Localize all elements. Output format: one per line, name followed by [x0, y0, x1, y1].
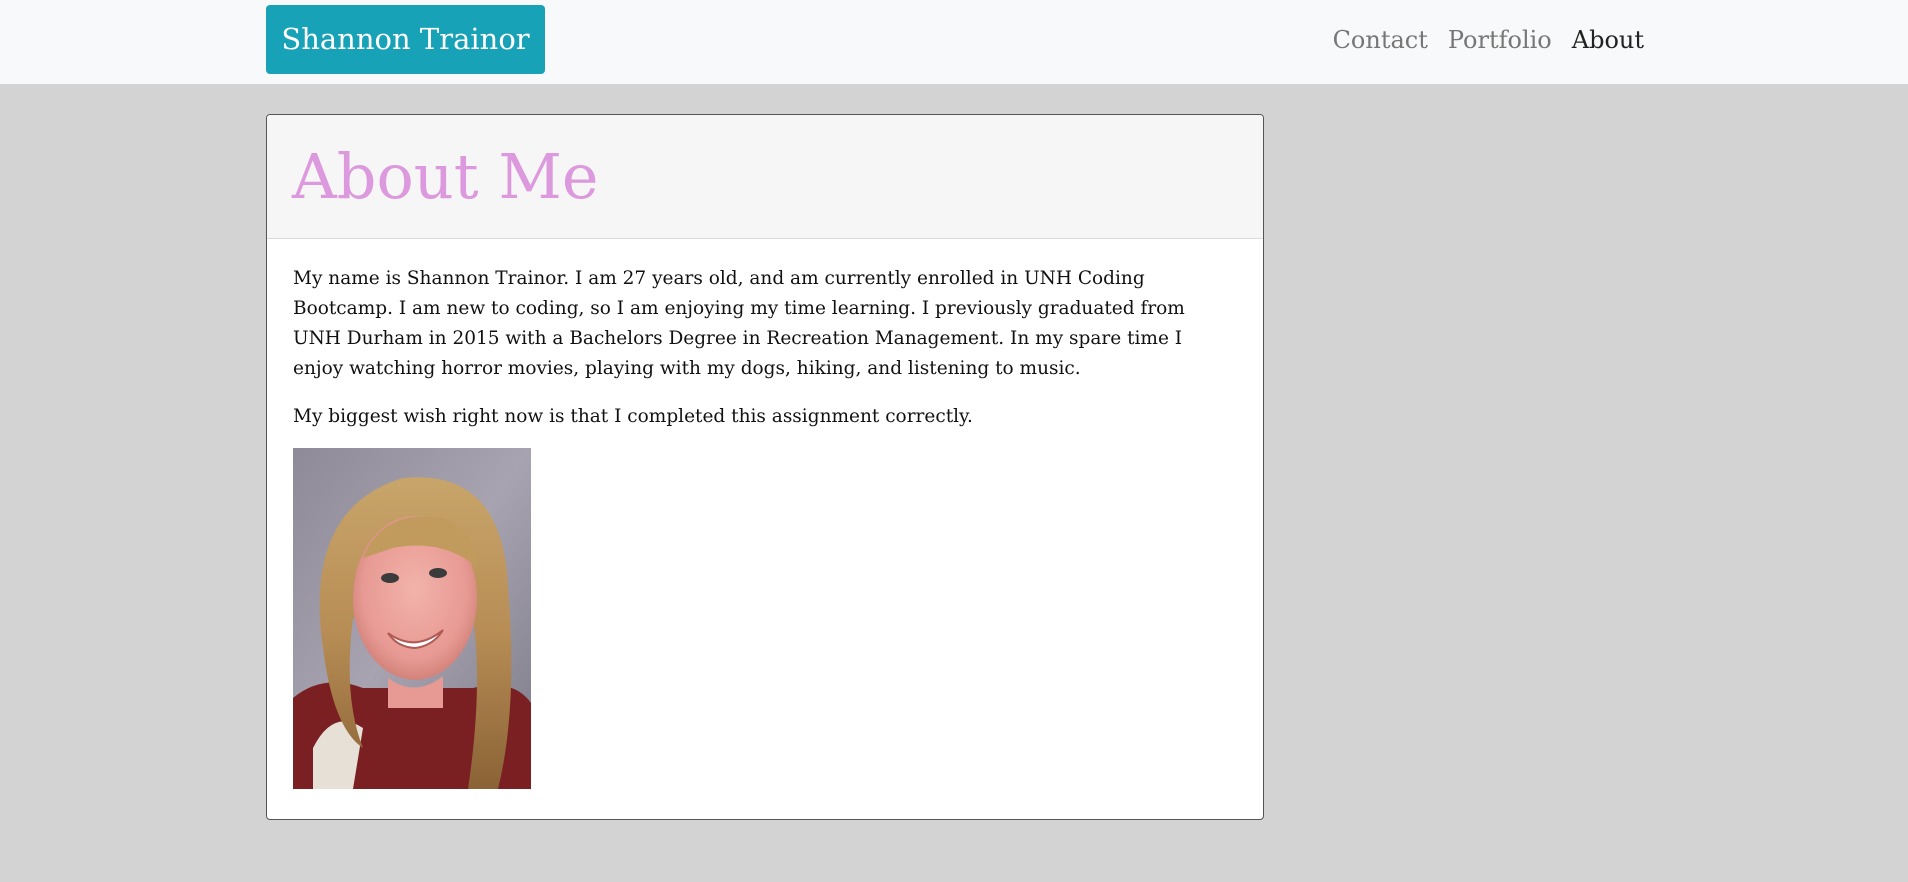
- about-card: About Me My name is Shannon Trainor. I a…: [266, 114, 1264, 820]
- wish-paragraph: My biggest wish right now is that I comp…: [293, 406, 973, 427]
- navbar: Shannon Trainor Contact Portfolio About: [0, 0, 1908, 84]
- card-body: My name is Shannon Trainor. I am 27 year…: [267, 239, 1263, 789]
- bio-paragraph: My name is Shannon Trainor. I am 27 year…: [293, 268, 1185, 379]
- profile-photo: [293, 448, 531, 789]
- page-title: About Me: [292, 140, 599, 213]
- nav-link-about[interactable]: About: [1572, 26, 1644, 54]
- nav-links: Contact Portfolio About: [1333, 0, 1644, 80]
- brand-button[interactable]: Shannon Trainor: [266, 5, 545, 74]
- nav-link-portfolio[interactable]: Portfolio: [1448, 26, 1552, 54]
- nav-link-contact[interactable]: Contact: [1333, 26, 1428, 54]
- card-header: About Me: [267, 115, 1263, 239]
